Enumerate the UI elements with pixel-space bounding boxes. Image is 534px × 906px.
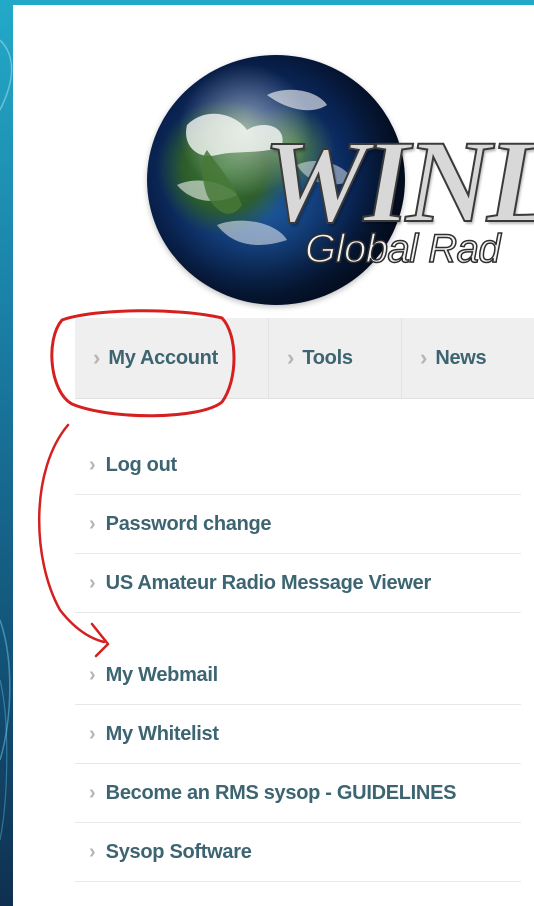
web-page-panel: WINL Global Rad › My Account › Tools › N…	[13, 5, 534, 906]
menu-item-password-change[interactable]: › Password change	[75, 495, 521, 554]
chevron-right-icon: ›	[89, 723, 96, 745]
chevron-right-icon: ›	[287, 345, 295, 370]
nav-item-tools[interactable]: › Tools	[269, 318, 402, 398]
nav-item-news[interactable]: › News	[402, 318, 534, 398]
logo-title: WINL	[262, 116, 534, 247]
menu-item-my-whitelist[interactable]: › My Whitelist	[75, 705, 521, 764]
nav-item-my-account[interactable]: › My Account	[75, 318, 269, 398]
menu-item-label: US Amateur Radio Message Viewer	[105, 571, 432, 594]
chevron-right-icon: ›	[89, 841, 96, 863]
menu-item-message-viewer[interactable]: › US Amateur Radio Message Viewer	[75, 554, 521, 613]
winlink-logo: WINL Global Rad	[13, 5, 534, 315]
menu-item-my-webmail[interactable]: › My Webmail	[75, 646, 521, 705]
menu-item-become-sysop[interactable]: › Become an RMS sysop - GUIDELINES	[75, 764, 521, 823]
menu-item-label: Sysop Software	[105, 840, 252, 863]
top-nav: › My Account › Tools › News	[75, 318, 534, 399]
menu-item-label: Log out	[105, 453, 178, 476]
chevron-right-icon: ›	[89, 572, 96, 594]
chevron-right-icon: ›	[420, 345, 428, 370]
nav-item-label: My Account	[108, 346, 218, 369]
menu-item-label: Password change	[105, 512, 272, 535]
nav-item-label: Tools	[302, 346, 353, 369]
chevron-right-icon: ›	[89, 664, 96, 686]
menu-item-log-out[interactable]: › Log out	[75, 436, 521, 495]
menu-item-label: My Webmail	[105, 663, 219, 686]
chevron-right-icon: ›	[89, 782, 96, 804]
menu-item-label: Become an RMS sysop - GUIDELINES	[105, 781, 457, 804]
chevron-right-icon: ›	[93, 345, 101, 370]
menu-item-label: My Whitelist	[105, 722, 219, 745]
account-submenu: › Log out › Password change › US Amateur…	[75, 436, 521, 882]
menu-item-sysop-software[interactable]: › Sysop Software	[75, 823, 521, 882]
chevron-right-icon: ›	[89, 513, 96, 535]
logo-subtitle: Global Rad	[304, 226, 501, 272]
chevron-right-icon: ›	[89, 454, 96, 476]
nav-item-label: News	[435, 346, 487, 369]
menu-spacer	[75, 613, 521, 646]
